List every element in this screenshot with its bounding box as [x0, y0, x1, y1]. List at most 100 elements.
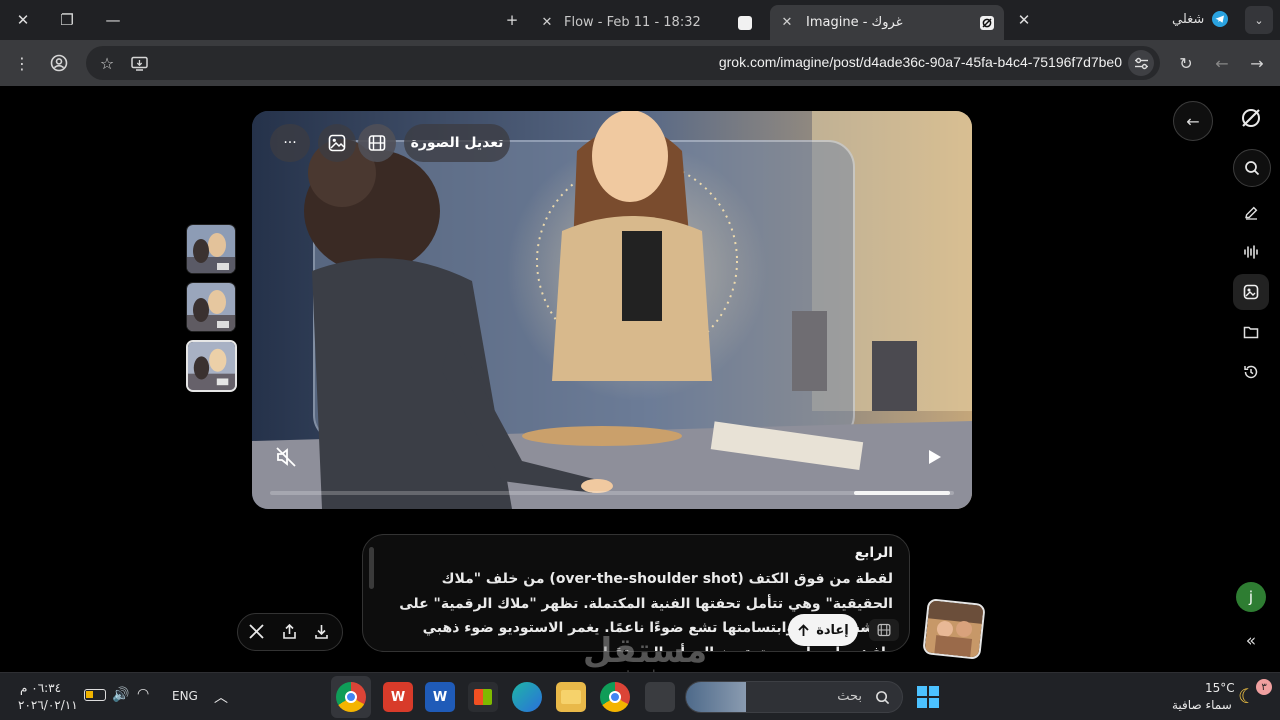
source-image-thumbnail[interactable]	[922, 598, 986, 660]
mute-button[interactable]	[274, 445, 300, 471]
reload-button[interactable]: ↻	[1173, 50, 1199, 76]
arrow-up-icon	[798, 623, 809, 636]
tab-close-icon[interactable]: ✕	[536, 15, 558, 30]
mute-icon	[276, 447, 296, 467]
view-video-button[interactable]	[358, 124, 396, 162]
site-settings-button[interactable]	[1128, 50, 1154, 76]
windows-taskbar: ٠٦:٣٤ م ٢٠٢٦/٠٢/١١ 🔊 ◠ ENG ︿ W W بحث 15°…	[0, 672, 1280, 720]
telegram-icon	[1212, 11, 1229, 27]
download-button[interactable]	[313, 623, 333, 643]
edit-image-label: تعديل الصورة	[410, 135, 504, 151]
tab-search-button[interactable]: ⌄	[1245, 6, 1273, 34]
imagine-button[interactable]	[1233, 274, 1269, 310]
thumbnail-image	[187, 225, 235, 273]
play-button[interactable]	[924, 447, 946, 469]
video-progress-handle[interactable]	[854, 491, 950, 495]
back-button[interactable]: ←	[1209, 50, 1235, 76]
search-placeholder: بحث	[837, 689, 862, 704]
chrome-icon[interactable]	[336, 682, 366, 712]
search-button[interactable]	[1233, 149, 1271, 187]
tab-flow[interactable]: ✕ Flow - Feb 11 - 18:32	[536, 5, 768, 40]
star-icon: ☆	[99, 53, 115, 73]
new-tab-button[interactable]: +	[497, 6, 527, 34]
menu-dots-icon: ⋮	[14, 53, 30, 73]
voice-button[interactable]	[1233, 234, 1269, 270]
collapse-sidebar-button[interactable]: «	[1233, 623, 1269, 659]
grok-logo[interactable]	[1233, 100, 1269, 136]
battery-level	[86, 691, 93, 698]
word-icon[interactable]: W	[425, 682, 455, 712]
edge-icon[interactable]	[512, 682, 542, 712]
store-icon[interactable]	[468, 682, 498, 712]
download-icon	[315, 625, 328, 639]
restore-window-button[interactable]: ❐	[52, 6, 82, 34]
projects-button[interactable]	[1233, 314, 1269, 350]
back-to-feed-button[interactable]: ←	[1173, 101, 1213, 141]
app-icon[interactable]	[645, 682, 675, 712]
weather-temp[interactable]: 15°C	[1205, 681, 1235, 695]
image-icon	[328, 134, 346, 152]
notification-badge[interactable]: ٣	[1256, 679, 1272, 695]
taskbar-search-box[interactable]: بحث	[685, 681, 903, 713]
wifi-icon[interactable]: ◠	[137, 686, 149, 702]
film-icon	[368, 135, 386, 151]
clock-time[interactable]: ٠٦:٣٤ م	[20, 681, 61, 695]
back-icon: ←	[1215, 53, 1229, 73]
edit-image-button[interactable]: تعديل الصورة	[404, 124, 510, 162]
arrow-left-icon: ←	[1186, 111, 1200, 131]
profile-group-label: شغلي	[1172, 11, 1205, 27]
redo-button[interactable]: إعادة	[788, 614, 858, 646]
thumbnail-image	[188, 342, 235, 390]
chevron-down-icon[interactable]: ⌄	[861, 619, 871, 633]
profile-button[interactable]	[46, 50, 72, 76]
omnibox[interactable]: ☆ grok.com/imagine/post/d4ade36c-90a7-45…	[86, 46, 1160, 80]
thumbnail-3-selected[interactable]	[186, 340, 237, 392]
bookmark-button[interactable]: ☆	[94, 50, 120, 76]
tab-close-icon[interactable]: ✕	[776, 15, 798, 30]
wps-icon[interactable]: W	[383, 682, 413, 712]
forward-button[interactable]: →	[1244, 50, 1270, 76]
browser-menu-button[interactable]: ⋮	[9, 50, 35, 76]
grok-favicon-icon	[980, 15, 994, 30]
share-to-x-button[interactable]	[248, 623, 268, 643]
more-dots-icon: ···	[283, 135, 297, 151]
profile-group-chip[interactable]: شغلي	[1172, 11, 1229, 27]
notification-count: ٣	[1261, 681, 1267, 693]
thumbnail-1[interactable]	[186, 224, 236, 274]
redo-label: إعادة	[816, 622, 849, 638]
history-button[interactable]	[1233, 354, 1269, 390]
thumbnail-2[interactable]	[186, 282, 236, 332]
video-mode-toggle[interactable]	[869, 619, 899, 641]
voice-icon	[1244, 245, 1258, 259]
chrome-profile-icon[interactable]	[600, 682, 630, 712]
caret-up-icon[interactable]: ︿	[214, 687, 228, 707]
grok-logo-icon	[1242, 109, 1260, 127]
install-app-button[interactable]	[126, 50, 152, 76]
view-image-button[interactable]	[318, 124, 356, 162]
url-text[interactable]: grok.com/imagine/post/d4ade36c-90a7-45fa…	[719, 54, 1122, 70]
clock-date[interactable]: ٢٠٢٦/٠٢/١١	[18, 698, 78, 712]
explorer-icon[interactable]	[556, 682, 586, 712]
video-progress-track[interactable]	[270, 491, 954, 495]
volume-icon[interactable]: 🔊	[112, 687, 129, 703]
start-button[interactable]	[916, 685, 940, 709]
minimize-window-button[interactable]: —	[98, 6, 128, 34]
close-icon: ✕	[1017, 11, 1031, 29]
folder-icon	[1243, 326, 1259, 339]
prompt-scrollbar[interactable]	[369, 547, 374, 589]
weather-desc[interactable]: سماء صافية	[1172, 698, 1232, 712]
video-frame	[252, 111, 972, 509]
user-avatar[interactable]: j	[1236, 582, 1266, 612]
battery-icon[interactable]	[84, 689, 106, 701]
tab-imagine[interactable]: ✕ Imagine - غروك	[770, 5, 1004, 40]
video-player[interactable]: ··· تعديل الصورة	[252, 111, 972, 509]
share-button[interactable]	[281, 623, 301, 643]
new-chat-button[interactable]	[1233, 194, 1269, 230]
more-options-button[interactable]: ···	[270, 124, 310, 162]
language-indicator[interactable]: ENG	[172, 689, 198, 703]
close-window-button[interactable]: ✕	[8, 6, 38, 34]
close-tab-button[interactable]: ✕	[1009, 6, 1039, 34]
collapse-icon: «	[1245, 631, 1257, 651]
browser-toolbar: ⋮ ☆ grok.com/imagine/post/d4ade36c-90a7-…	[0, 40, 1280, 86]
source-image	[924, 600, 986, 660]
